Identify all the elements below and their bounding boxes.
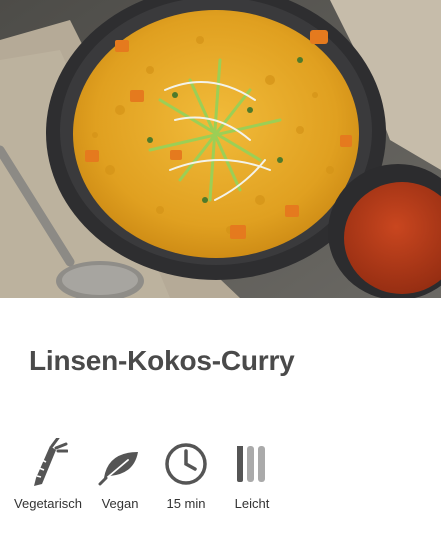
clock-icon [165, 443, 207, 485]
feature-label: Leicht [234, 496, 270, 511]
feature-difficulty: Leicht [212, 438, 292, 511]
curry-bowl-photo [0, 0, 441, 298]
cutlery-icon [237, 446, 265, 482]
leaf-icon [98, 452, 138, 486]
feature-label: Vegetarisch [14, 496, 82, 511]
recipe-title: Linsen-Kokos-Curry [29, 345, 295, 376]
recipe-image[interactable] [0, 0, 441, 298]
recipe-features: Vegetarisch Vegan 15 min Leicht [0, 438, 441, 518]
feature-vegetarian: Vegetarisch [8, 438, 88, 511]
recipe-card[interactable]: Linsen-Kokos-Curry Vegetarisch Vegan 15 … [0, 0, 441, 543]
carrot-icon [34, 438, 68, 486]
